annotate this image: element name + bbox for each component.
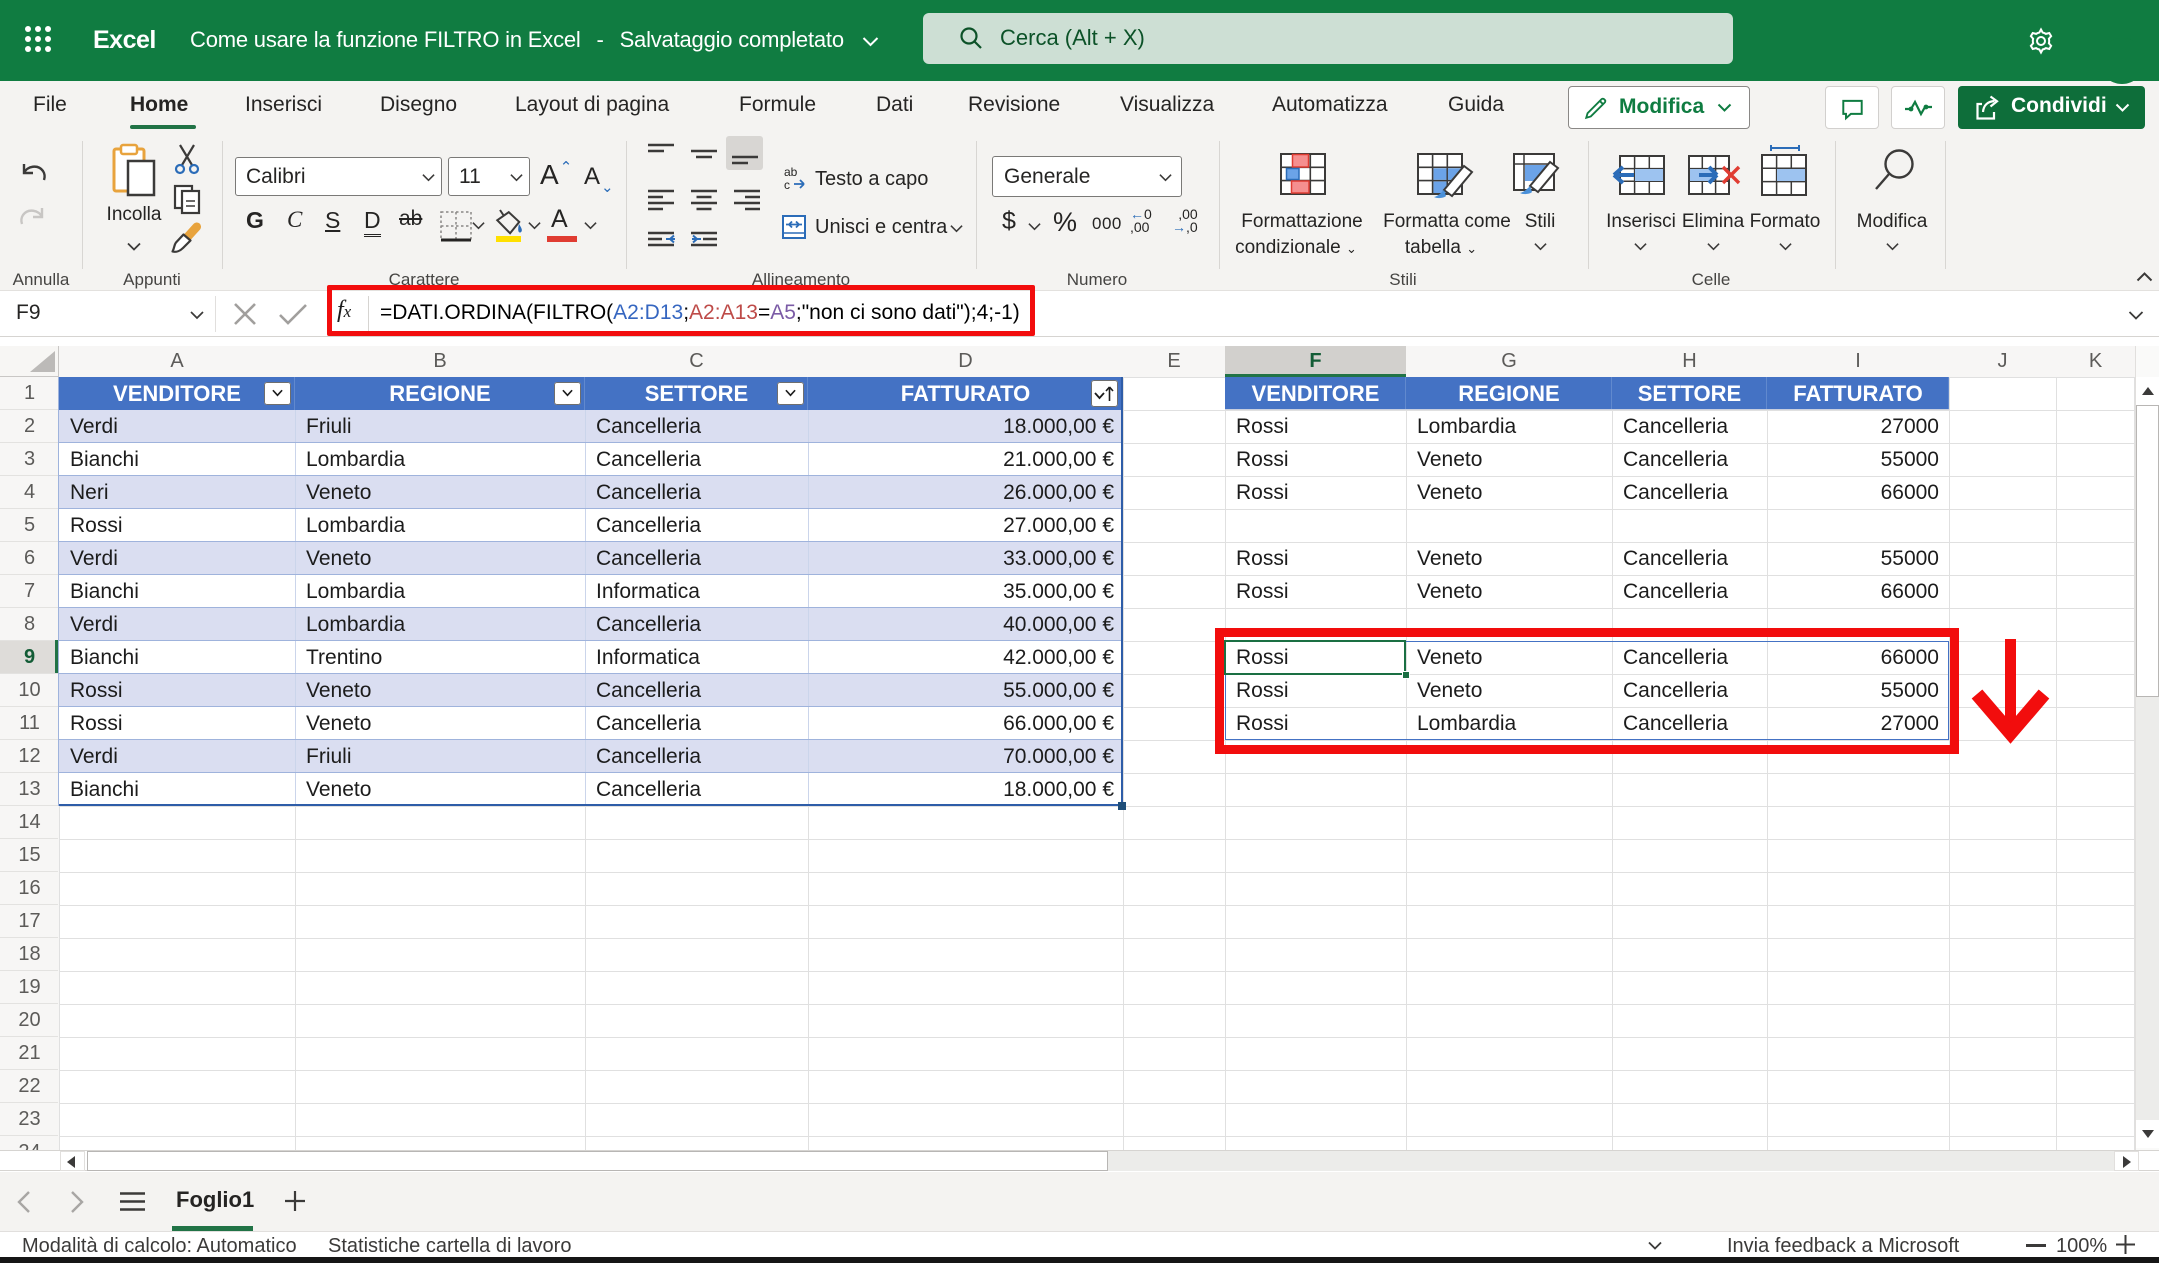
svg-text:c: c — [784, 178, 790, 191]
svg-text:ab: ab — [784, 165, 798, 179]
